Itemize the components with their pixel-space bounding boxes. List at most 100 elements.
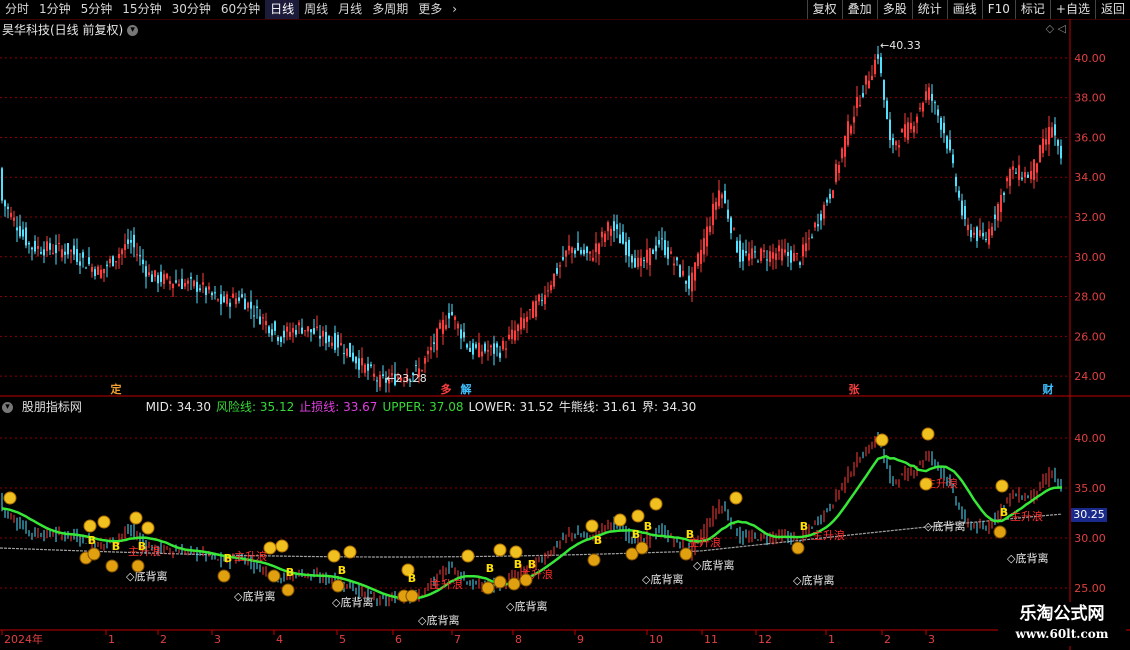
candle-body	[499, 352, 501, 358]
candle-body	[238, 297, 240, 301]
candle-body	[523, 318, 525, 329]
candle-body	[718, 190, 720, 207]
candle-body	[679, 265, 681, 277]
candle-body	[1045, 139, 1047, 145]
sad-face-icon	[405, 589, 419, 603]
candle-body	[817, 224, 819, 227]
candle-body	[7, 206, 9, 209]
candle-body	[1003, 192, 1005, 196]
candle-body	[427, 350, 429, 355]
happy-face-icon	[649, 497, 663, 511]
candle-body	[295, 329, 297, 335]
candle-body	[331, 342, 333, 346]
candle-body	[34, 240, 36, 252]
y-tick-label: 40.00	[1074, 52, 1106, 65]
candle-body	[463, 332, 465, 338]
candle-body	[847, 121, 849, 145]
candle-body	[889, 119, 891, 141]
candle-body	[157, 275, 159, 284]
sad-face-icon	[635, 541, 649, 555]
candle-body	[643, 259, 645, 261]
candle-body	[232, 293, 234, 298]
candle-body	[850, 126, 852, 134]
candle-body	[613, 221, 615, 231]
candle-body	[367, 363, 369, 371]
candle-body	[277, 337, 279, 341]
x-axis-label: 6	[395, 633, 402, 646]
candle-body	[85, 267, 87, 269]
candle-body	[217, 299, 219, 301]
candle-body	[787, 252, 789, 256]
candle-body	[541, 299, 543, 301]
candle-body	[592, 257, 594, 261]
candle-body	[601, 231, 603, 238]
candle-body	[607, 222, 609, 232]
candle-body	[571, 247, 573, 254]
watermark: 乐淘公式网 www.60lt.com	[998, 602, 1126, 646]
candle-body	[310, 329, 312, 333]
candle-body	[991, 226, 993, 236]
candle-body	[808, 238, 810, 240]
buy-signal-icon: B	[408, 572, 416, 585]
candle-body	[922, 102, 924, 112]
stock-chart-canvas[interactable]: 40.00 38.00 36.00 34.00 32.00 30.00 28.00 26.00…	[0, 0, 1130, 650]
candle-body	[355, 356, 357, 364]
candle-body	[853, 116, 855, 123]
candle-body	[622, 232, 624, 244]
candle-body	[31, 247, 33, 250]
candle-body	[505, 348, 507, 350]
chevron-down-icon[interactable]: ▾	[2, 402, 13, 413]
happy-face-icon	[141, 521, 155, 535]
candle-body	[712, 203, 714, 226]
candle-body	[1054, 124, 1056, 136]
candle-body	[10, 212, 12, 218]
candle-body	[604, 233, 606, 242]
candle-body	[169, 280, 171, 285]
candle-body	[286, 326, 288, 332]
candle-body	[1, 168, 3, 201]
candle-body	[700, 249, 702, 264]
sad-face-icon	[217, 569, 231, 583]
candle-body	[979, 230, 981, 237]
y-tick-label: 32.00	[1074, 211, 1106, 224]
candle-body	[163, 274, 165, 284]
candle-body	[520, 317, 522, 330]
candle-body	[1048, 127, 1050, 145]
candle-body	[1015, 172, 1017, 174]
candle-body	[709, 226, 711, 233]
x-axis-label: 3	[928, 633, 935, 646]
sad-face-icon	[507, 577, 521, 591]
candle-body	[349, 342, 351, 358]
main-wave-label: 主升浪	[234, 549, 267, 563]
candle-body	[145, 266, 147, 277]
candle-body	[262, 317, 264, 319]
candle-body	[823, 204, 825, 219]
candle-body	[508, 334, 510, 340]
happy-face-icon	[921, 427, 935, 441]
candle-body	[64, 251, 66, 255]
candle-body	[352, 352, 354, 361]
candle-body	[160, 271, 162, 282]
sad-face-icon	[587, 553, 601, 567]
candle-body	[466, 344, 468, 348]
indicator-y-tick-label: 30.00	[1074, 532, 1106, 545]
candle-body	[742, 249, 744, 262]
candle-body	[667, 247, 669, 259]
candle-body	[532, 301, 534, 319]
indicator-name[interactable]: 股朋指标网	[22, 400, 82, 414]
buy-signal-icon: B	[112, 540, 120, 553]
candle-body	[1027, 174, 1029, 178]
happy-face-icon	[263, 541, 277, 555]
candle-body	[898, 145, 900, 148]
candle-body	[928, 87, 930, 100]
candle-body	[871, 75, 873, 81]
candle-body	[883, 80, 885, 100]
candle-body	[724, 190, 726, 204]
candle-body	[142, 259, 144, 265]
bottom-divergence-label: ◇底背离	[924, 519, 965, 533]
candle-body	[55, 244, 57, 254]
candle-body	[1009, 168, 1011, 186]
candle-body	[574, 250, 576, 254]
candle-body	[247, 302, 249, 308]
candle-body	[763, 250, 765, 253]
